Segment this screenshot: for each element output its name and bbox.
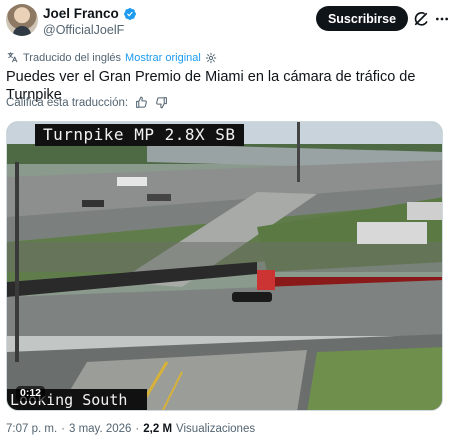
meta-separator: · <box>135 423 140 435</box>
tweet-meta: 7:07 p. m. · 3 may. 2026 · 2,2 M Visuali… <box>6 423 255 435</box>
translation-notice: Traducido del inglés Mostrar original <box>6 51 217 64</box>
show-original-link[interactable]: Mostrar original <box>125 52 201 64</box>
video-player[interactable]: Turnpike MP 2.8X SB Looking South 0:12 <box>6 121 443 411</box>
author-name[interactable]: Joel Franco <box>43 6 119 21</box>
tweet-time[interactable]: 7:07 p. m. <box>6 423 57 435</box>
views-label: Visualizaciones <box>176 423 256 435</box>
camera-label: Turnpike MP 2.8X SB <box>35 124 244 146</box>
verified-badge-icon <box>123 7 136 20</box>
translated-from-label: Traducido del inglés <box>23 51 122 64</box>
rate-translation-label: Califica esta traducción: <box>6 96 129 109</box>
views-count[interactable]: 2,2 M <box>143 423 172 435</box>
rate-translation-row: Califica esta traducción: <box>6 96 168 109</box>
video-timestamp: 0:12 <box>16 386 46 401</box>
grok-icon[interactable] <box>412 10 430 28</box>
settings-gear-icon[interactable] <box>205 52 217 64</box>
traffic-camera-frame <box>7 122 442 410</box>
translate-icon <box>7 52 18 63</box>
author-handle[interactable]: @OfficialJoelF <box>43 23 124 37</box>
thumbs-up-icon[interactable] <box>135 96 148 109</box>
subscribe-button[interactable]: Suscribirse <box>316 6 408 31</box>
avatar[interactable] <box>6 4 38 36</box>
tweet-date[interactable]: 3 may. 2026 <box>69 423 131 435</box>
author-name-row: Joel Franco <box>43 6 137 21</box>
meta-separator: · <box>61 423 65 435</box>
more-options-icon[interactable] <box>434 11 450 27</box>
tweet-header: Joel Franco @OfficialJoelF Suscribirse <box>6 4 448 40</box>
thumbs-down-icon[interactable] <box>155 96 168 109</box>
